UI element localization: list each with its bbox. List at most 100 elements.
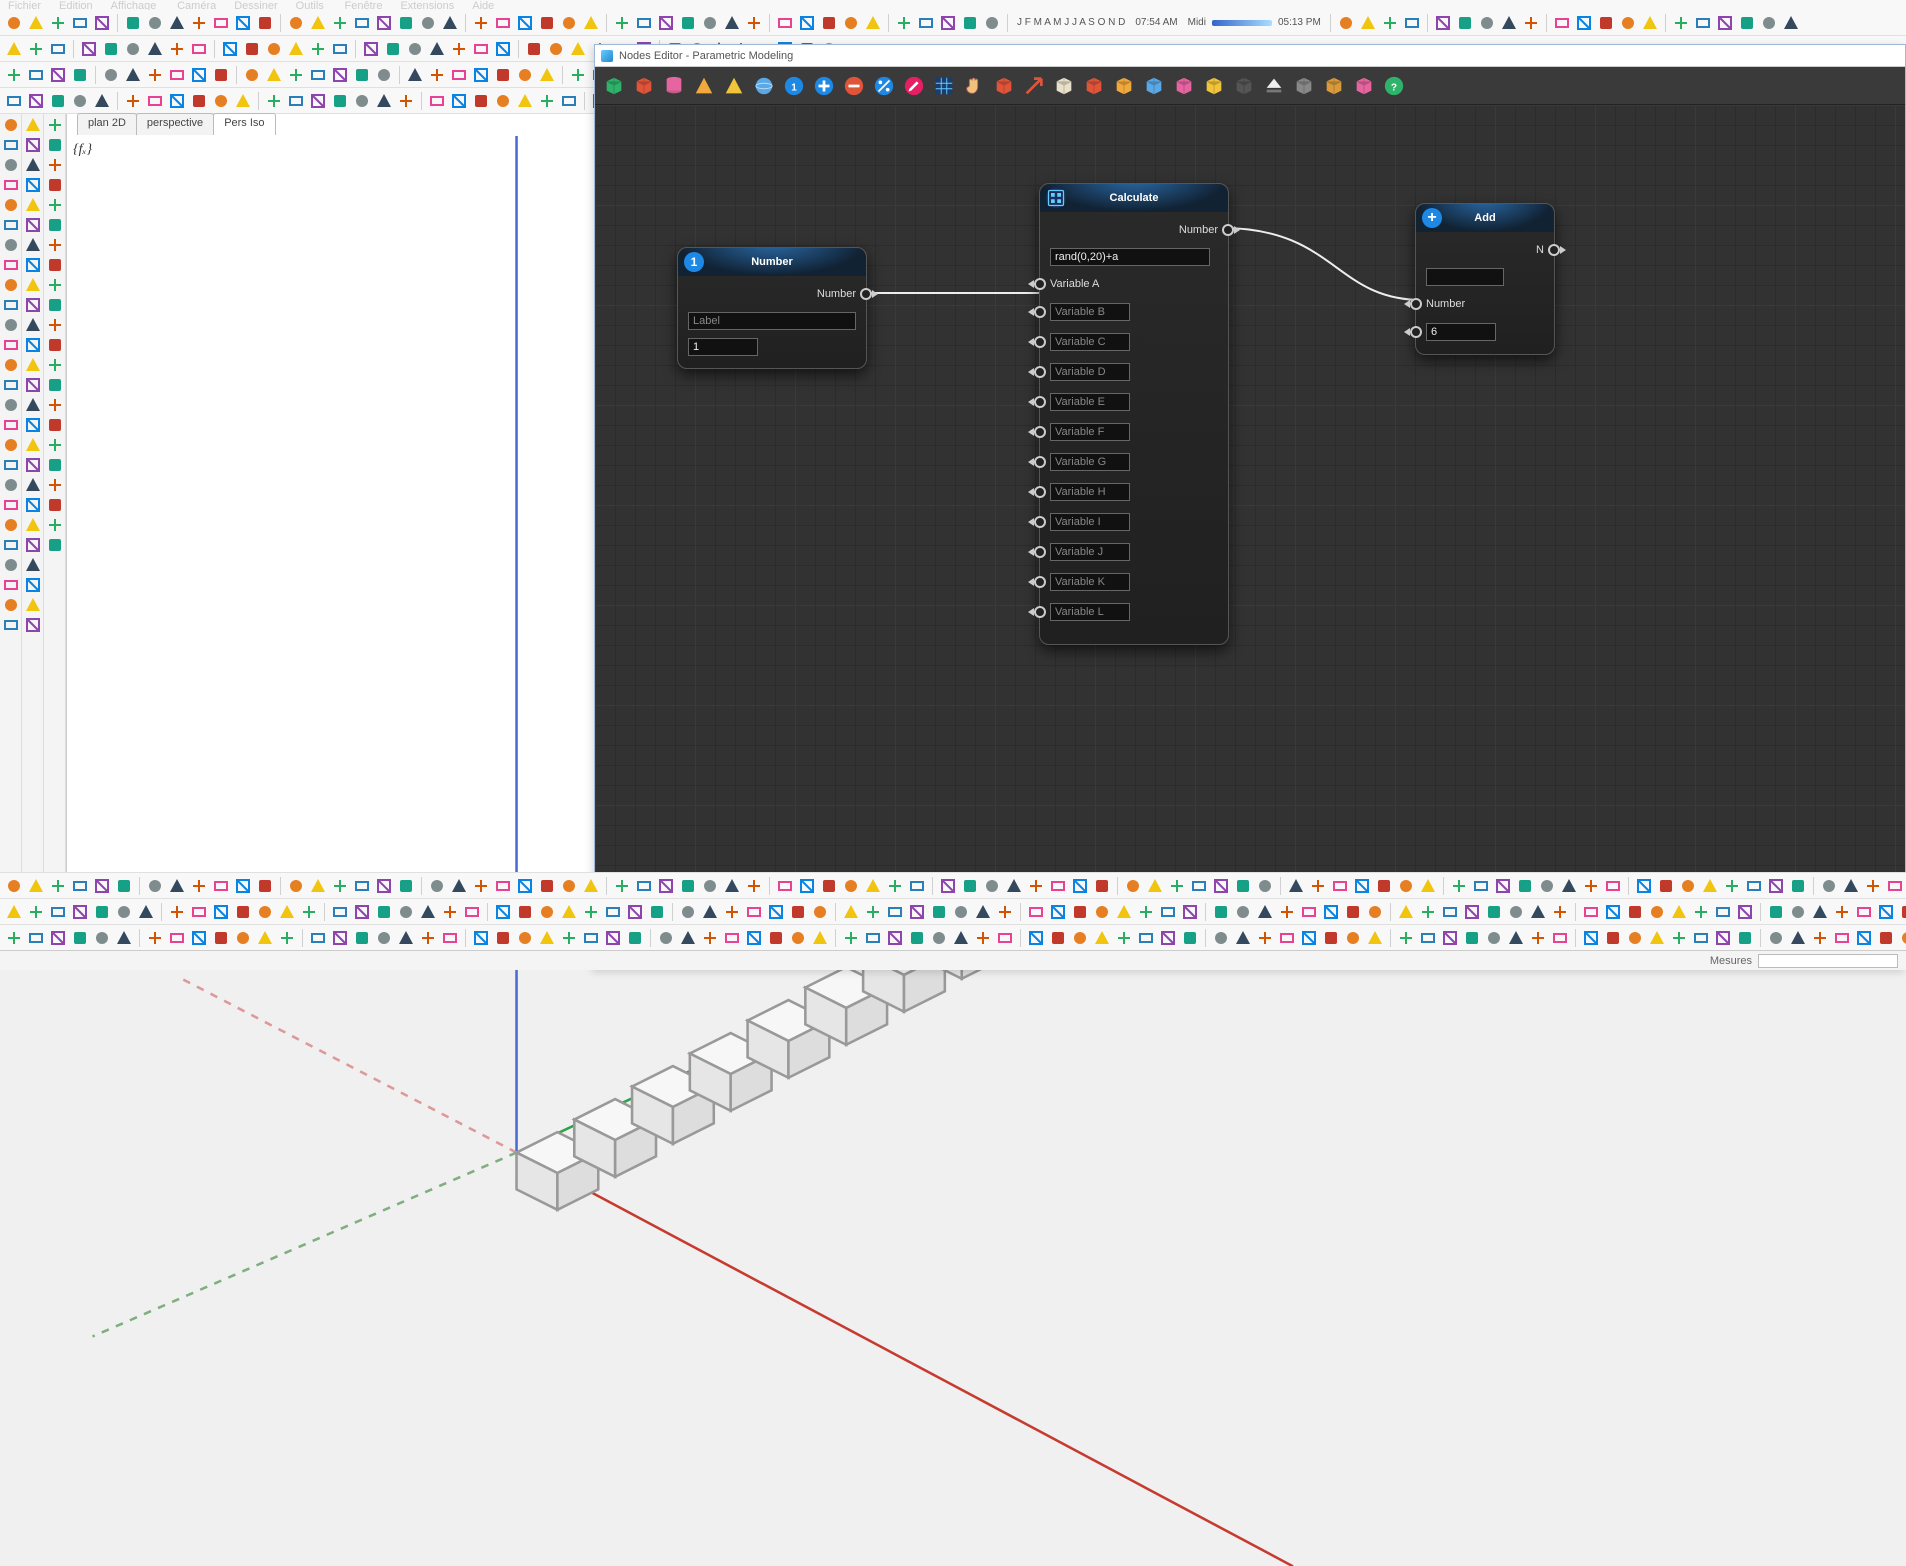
- tool-button[interactable]: [471, 13, 491, 33]
- tool-button[interactable]: [92, 902, 112, 922]
- tool-button[interactable]: [233, 902, 253, 922]
- tool-button[interactable]: [1402, 13, 1422, 33]
- tool-button[interactable]: [374, 928, 394, 948]
- tool-button[interactable]: [797, 13, 817, 33]
- tool-button[interactable]: [1759, 13, 1779, 33]
- tool-button[interactable]: [656, 13, 676, 33]
- side-tool-button[interactable]: [46, 216, 64, 234]
- tool-button[interactable]: [405, 39, 425, 59]
- side-tool-button[interactable]: [46, 436, 64, 454]
- menu-bar[interactable]: FichierEditionAffichage CaméraDessinerOu…: [0, 0, 1906, 10]
- tool-button[interactable]: [1669, 928, 1689, 948]
- tool-button[interactable]: [515, 876, 535, 896]
- tool-button[interactable]: [1656, 876, 1676, 896]
- tool-button[interactable]: [189, 13, 209, 33]
- tool-button[interactable]: [1123, 876, 1143, 896]
- side-tool-button[interactable]: [24, 336, 42, 354]
- tool-button[interactable]: [70, 928, 90, 948]
- tool-button[interactable]: [211, 65, 231, 85]
- tool-button[interactable]: [788, 902, 808, 922]
- tool-button[interactable]: [841, 902, 861, 922]
- tool-button[interactable]: [26, 65, 46, 85]
- tool-button[interactable]: [308, 13, 328, 33]
- side-tool-button[interactable]: [2, 316, 20, 334]
- side-tool-button[interactable]: [24, 376, 42, 394]
- tool-button[interactable]: [493, 928, 513, 948]
- swatch-icon[interactable]: [1351, 73, 1377, 99]
- side-tool-button[interactable]: [24, 116, 42, 134]
- tool-button[interactable]: [286, 876, 306, 896]
- tool-button[interactable]: [982, 876, 1002, 896]
- tool-button[interactable]: [1898, 928, 1906, 948]
- tool-button[interactable]: [1048, 902, 1068, 922]
- tool-button[interactable]: [537, 928, 557, 948]
- tool-button[interactable]: [1145, 876, 1165, 896]
- tool-button[interactable]: [167, 902, 187, 922]
- tool-button[interactable]: [1876, 928, 1896, 948]
- tool-button[interactable]: [1277, 928, 1297, 948]
- tool-button[interactable]: [70, 876, 90, 896]
- tool-button[interactable]: [1713, 902, 1733, 922]
- tool-button[interactable]: [929, 902, 949, 922]
- tool-button[interactable]: [383, 39, 403, 59]
- node-calculate-var-input[interactable]: [1050, 303, 1130, 321]
- tool-button[interactable]: [1693, 13, 1713, 33]
- tool-button[interactable]: [1484, 928, 1504, 948]
- tool-button[interactable]: [330, 876, 350, 896]
- tool-button[interactable]: [493, 902, 513, 922]
- tool-button[interactable]: [951, 928, 971, 948]
- tool-button[interactable]: [1484, 902, 1504, 922]
- tool-button[interactable]: [678, 876, 698, 896]
- tool-button[interactable]: [1352, 876, 1372, 896]
- tool-button[interactable]: [374, 91, 394, 111]
- side-tool-button[interactable]: [2, 556, 20, 574]
- tool-button[interactable]: [1136, 902, 1156, 922]
- tool-button[interactable]: [330, 902, 350, 922]
- tool-button[interactable]: [1092, 876, 1112, 896]
- tool-button[interactable]: [1744, 876, 1764, 896]
- help-icon[interactable]: ?: [1381, 73, 1407, 99]
- tool-button[interactable]: [559, 902, 579, 922]
- tool-button[interactable]: [233, 91, 253, 111]
- side-tool-button[interactable]: [24, 536, 42, 554]
- tool-button[interactable]: [863, 876, 883, 896]
- tool-button[interactable]: [92, 876, 112, 896]
- node-calculate-var-port[interactable]: [1034, 546, 1046, 558]
- note-icon[interactable]: [1201, 73, 1227, 99]
- tool-button[interactable]: [211, 902, 231, 922]
- tool-button[interactable]: [568, 65, 588, 85]
- tool-button[interactable]: [48, 928, 68, 948]
- tool-button[interactable]: [568, 39, 588, 59]
- tool-button[interactable]: [929, 928, 949, 948]
- tool-button[interactable]: [4, 91, 24, 111]
- tool-button[interactable]: [1832, 902, 1852, 922]
- side-tool-button[interactable]: [2, 196, 20, 214]
- side-tool-button[interactable]: [24, 596, 42, 614]
- pick-icon[interactable]: [991, 73, 1017, 99]
- tool-button[interactable]: [775, 13, 795, 33]
- tool-button[interactable]: [255, 876, 275, 896]
- tool-button[interactable]: [1766, 876, 1786, 896]
- node-calculate-var-port[interactable]: [1034, 426, 1046, 438]
- tool-button[interactable]: [70, 902, 90, 922]
- tool-button[interactable]: [374, 876, 394, 896]
- tool-button[interactable]: [797, 876, 817, 896]
- tool-button[interactable]: [211, 91, 231, 111]
- tool-button[interactable]: [1070, 876, 1090, 896]
- tool-button[interactable]: [1618, 13, 1638, 33]
- tool-button[interactable]: [48, 876, 68, 896]
- tool-button[interactable]: [700, 928, 720, 948]
- side-tool-button[interactable]: [24, 256, 42, 274]
- side-tool-button[interactable]: [2, 356, 20, 374]
- side-tool-button[interactable]: [2, 396, 20, 414]
- tool-button[interactable]: [1158, 928, 1178, 948]
- tool-button[interactable]: [1471, 876, 1491, 896]
- tool-button[interactable]: [1581, 902, 1601, 922]
- tool-button[interactable]: [418, 13, 438, 33]
- node-calculate-var-input[interactable]: [1050, 603, 1130, 621]
- tool-button[interactable]: [92, 928, 112, 948]
- tool-button[interactable]: [167, 13, 187, 33]
- tool-button[interactable]: [1418, 876, 1438, 896]
- tool-button[interactable]: [1550, 902, 1570, 922]
- tool-button[interactable]: [189, 902, 209, 922]
